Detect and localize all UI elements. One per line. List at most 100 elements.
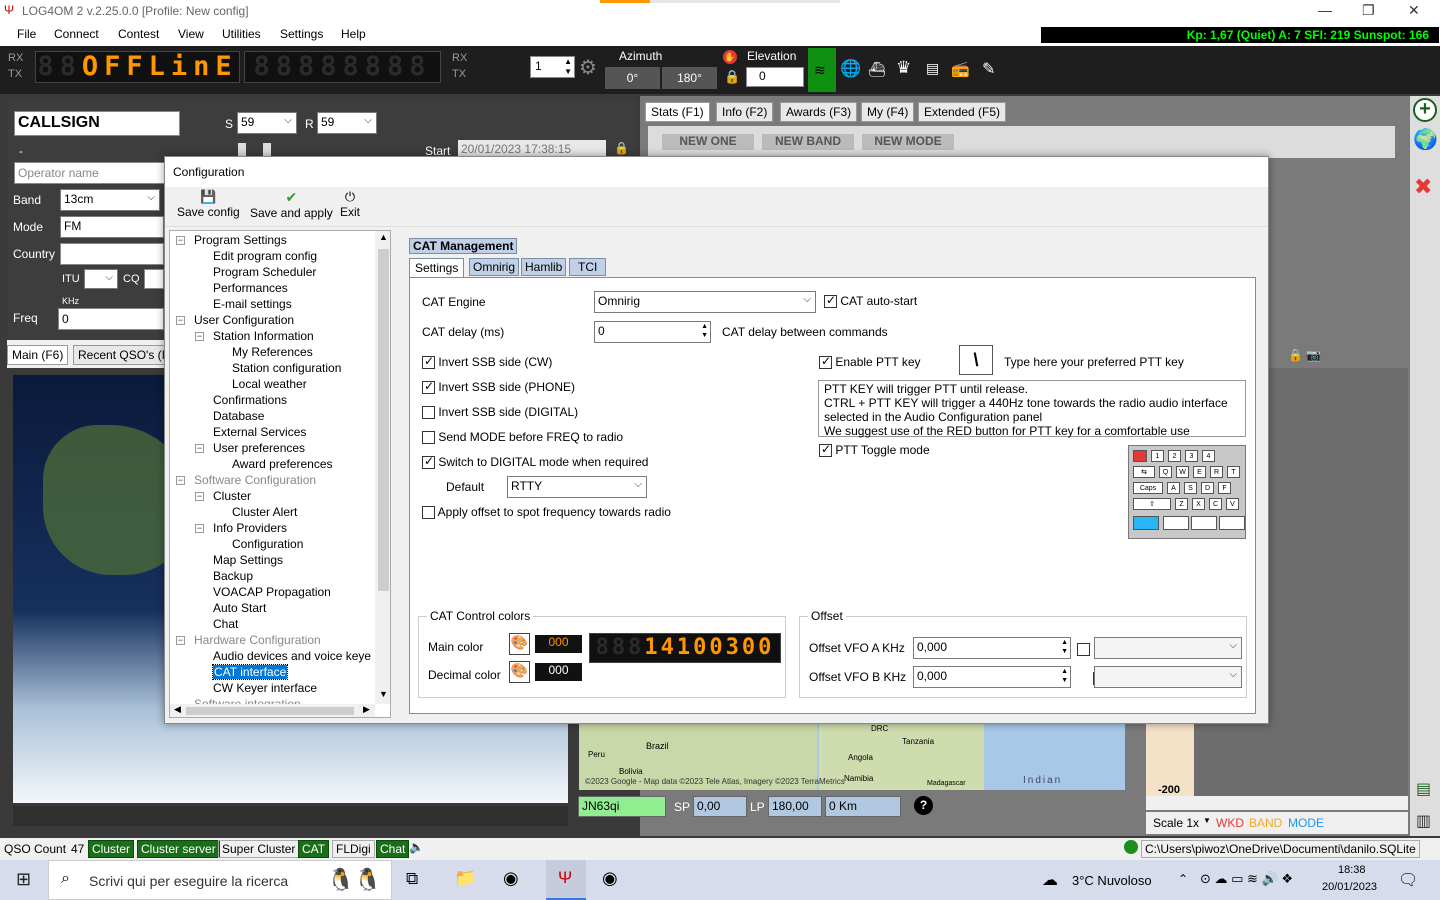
- tree-item[interactable]: Map Settings: [213, 553, 283, 567]
- fldigi-status-button[interactable]: FLDigi: [332, 840, 375, 858]
- menu-help[interactable]: Help: [341, 27, 366, 41]
- cat-delay-input[interactable]: 0 ▲ ▼: [594, 321, 711, 343]
- rst-received-select[interactable]: 59 ⌵: [317, 112, 377, 134]
- azimuth-sp-button[interactable]: 0°: [605, 67, 660, 89]
- cq-input[interactable]: [144, 269, 164, 289]
- tree-item[interactable]: Award preferences: [232, 457, 333, 471]
- mode-select[interactable]: FM: [60, 216, 164, 238]
- tree-expand-toggle[interactable]: −: [195, 332, 204, 341]
- tree-item[interactable]: Auto Start: [213, 601, 266, 615]
- cat-status-button[interactable]: CAT: [298, 840, 330, 858]
- spinner-arrows-icon[interactable]: ▲ ▼: [701, 322, 708, 340]
- scroll-down-icon[interactable]: ▼: [379, 689, 388, 699]
- tree-item[interactable]: Chat: [213, 617, 238, 631]
- offset-vfo-b-input[interactable]: 0,000 ▲ ▼: [913, 666, 1071, 688]
- tree-expand-toggle[interactable]: −: [176, 236, 185, 245]
- save-config-button[interactable]: 💾 Save config: [177, 189, 240, 219]
- scroll-up-icon[interactable]: ▲: [379, 232, 388, 242]
- clock-time[interactable]: 18:38: [1338, 864, 1366, 876]
- tree-item[interactable]: Software Configuration: [194, 473, 316, 487]
- tree-scroll-thumb[interactable]: [378, 249, 389, 591]
- tree-item[interactable]: Backup: [213, 569, 253, 583]
- cat-connection-indicator[interactable]: ≋: [808, 48, 836, 92]
- main-color-picker-icon[interactable]: 🎨: [509, 633, 530, 655]
- tab-cat-settings[interactable]: Settings: [409, 258, 465, 278]
- ship-icon[interactable]: ⛴: [868, 61, 886, 78]
- add-icon[interactable]: +: [1413, 98, 1437, 122]
- tree-item[interactable]: My References: [232, 345, 313, 359]
- cat-engine-select[interactable]: Omnirig ⌵: [594, 291, 816, 313]
- azimuth-lp-button[interactable]: 180°: [662, 67, 717, 89]
- cluster-status-button[interactable]: Cluster: [88, 840, 135, 858]
- band-filter-label[interactable]: BAND: [1249, 816, 1282, 830]
- speaker-icon[interactable]: 🔈: [409, 840, 424, 854]
- tree-expand-toggle[interactable]: −: [176, 476, 185, 485]
- tab-main[interactable]: Main (F6): [7, 345, 69, 365]
- tree-item[interactable]: E-mail settings: [213, 297, 292, 311]
- crown-icon[interactable]: ♛: [896, 58, 911, 78]
- rst-sent-select[interactable]: 59 ⌵: [237, 112, 297, 134]
- map-scrollbar[interactable]: [13, 806, 568, 826]
- send-mode-row[interactable]: Send MODE before FREQ to radio: [422, 430, 623, 445]
- tab-awards[interactable]: Awards (F3): [780, 102, 858, 122]
- country-input[interactable]: [60, 243, 164, 265]
- slider-b[interactable]: [263, 143, 271, 156]
- grid-locator-field[interactable]: JN63qi: [578, 796, 666, 817]
- windows-start-icon[interactable]: ⊞: [16, 869, 31, 890]
- apply-offset-checkbox[interactable]: [422, 506, 435, 520]
- clock-date[interactable]: 20/01/2023: [1322, 881, 1377, 893]
- itu-select[interactable]: ⌵: [84, 269, 118, 289]
- tree-item[interactable]: Confirmations: [213, 393, 287, 407]
- tree-item[interactable]: Performances: [213, 281, 288, 295]
- callsign-input[interactable]: CALLSIGN: [14, 111, 180, 136]
- switch-digital-checkbox[interactable]: [422, 454, 435, 470]
- gear-icon[interactable]: ⚙: [579, 55, 597, 80]
- menu-view[interactable]: View: [178, 27, 204, 41]
- tree-item[interactable]: Local weather: [232, 377, 307, 391]
- send-mode-checkbox[interactable]: [422, 431, 435, 445]
- tab-info[interactable]: Info (F2): [716, 102, 774, 122]
- tab-cat-omnirig[interactable]: Omnirig: [469, 258, 520, 276]
- lock-icon[interactable]: 🔒: [1288, 348, 1303, 362]
- invert-cw-row[interactable]: Invert SSB side (CW): [422, 354, 552, 370]
- super-cluster-status-button[interactable]: Super Cluster: [218, 840, 300, 858]
- enable-ptt-checkbox[interactable]: [819, 354, 832, 370]
- tree-item[interactable]: Database: [213, 409, 264, 423]
- cluster-server-status-button[interactable]: Cluster server: [137, 840, 220, 858]
- task-view-icon[interactable]: ⧉: [406, 869, 418, 889]
- exit-button[interactable]: ⏻ Exit: [340, 189, 360, 219]
- invert-phone-row[interactable]: Invert SSB side (PHONE): [422, 379, 575, 395]
- globe-icon[interactable]: 🌐: [840, 59, 861, 79]
- invert-digital-row[interactable]: Invert SSB side (DIGITAL): [422, 405, 578, 420]
- tree-expand-toggle[interactable]: −: [195, 444, 204, 453]
- mode-filter-label[interactable]: MODE: [1288, 816, 1324, 830]
- globe-icon[interactable]: 🌍: [1413, 127, 1438, 152]
- tree-item[interactable]: Hardware Configuration: [194, 633, 321, 647]
- file-explorer-icon[interactable]: 📁: [454, 868, 476, 889]
- maximize-button[interactable]: ❐: [1362, 2, 1375, 19]
- offset-vfo-a-checkbox[interactable]: [1077, 643, 1090, 657]
- cancel-icon[interactable]: ✖: [1414, 174, 1432, 200]
- chat-status-button[interactable]: Chat: [376, 840, 410, 858]
- invert-phone-checkbox[interactable]: [422, 379, 435, 395]
- lock-icon[interactable]: 🔒: [724, 69, 740, 85]
- tab-stats[interactable]: Stats (F1): [645, 102, 710, 122]
- help-icon[interactable]: ?: [914, 796, 933, 815]
- tab-cat-hamlib[interactable]: Hamlib: [521, 258, 567, 276]
- stack-icon[interactable]: ▤: [1416, 779, 1431, 799]
- list-icon[interactable]: ▤: [926, 60, 939, 77]
- tree-item[interactable]: Info Providers: [213, 521, 287, 535]
- tree-expand-toggle[interactable]: −: [176, 636, 185, 645]
- tab-extended[interactable]: Extended (F5): [918, 102, 1007, 122]
- apply-offset-row[interactable]: Apply offset to spot frequency towards r…: [422, 505, 671, 520]
- enable-ptt-row[interactable]: Enable PTT key: [819, 354, 921, 370]
- tray-icons[interactable]: ⊙ ☁ ▭ ≋ 🔊 ❖: [1200, 871, 1293, 887]
- tree-item[interactable]: Station configuration: [232, 361, 341, 375]
- tree-item[interactable]: Configuration: [232, 537, 303, 551]
- tab-my[interactable]: My (F4): [861, 102, 915, 122]
- caret-down-icon[interactable]: ▼: [1203, 816, 1211, 825]
- spinner-arrows-icon[interactable]: ▲ ▼: [1061, 638, 1068, 656]
- scroll-right-icon[interactable]: ▶: [363, 704, 370, 715]
- tab-recent-qsos[interactable]: Recent QSO's (I: [73, 345, 170, 365]
- save-and-apply-button[interactable]: ✔ Save and apply: [250, 189, 333, 220]
